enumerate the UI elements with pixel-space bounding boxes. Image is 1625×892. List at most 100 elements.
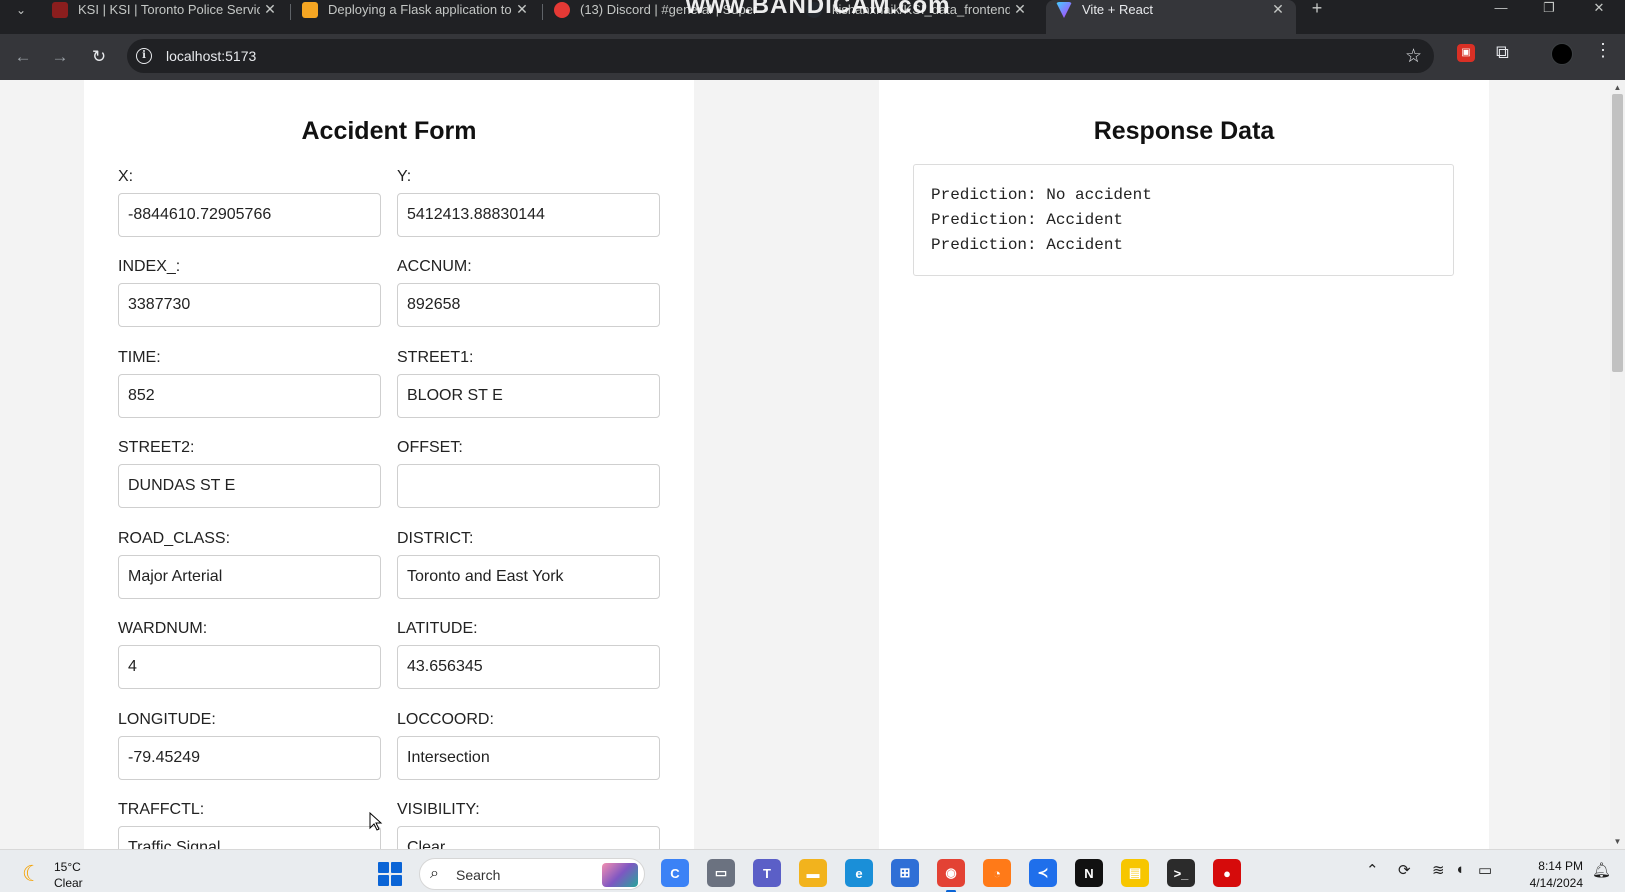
file-explorer-alt-app-icon[interactable]: ▭ [707, 859, 735, 887]
wardnum-input[interactable] [118, 645, 381, 689]
mouse-cursor-icon [369, 811, 383, 831]
taskbar-search-label: Search [456, 867, 501, 883]
district-input[interactable] [397, 555, 660, 599]
browser-toolbar: ← → ↻ i localhost:5173 ☆ ▣ ⧉ ⋮ [0, 34, 1625, 80]
latitude-input[interactable] [397, 645, 660, 689]
label-index: INDEX_: [118, 258, 181, 275]
firefox-app-icon[interactable]: ◔ [983, 859, 1011, 887]
label-time: TIME: [118, 349, 161, 366]
bandicam-app-icon[interactable]: ● [1213, 859, 1241, 887]
discord-favicon-icon [554, 2, 570, 18]
scrollbar-thumb[interactable] [1612, 94, 1623, 372]
close-tab-icon[interactable]: ✕ [260, 1, 280, 18]
volume-icon[interactable]: ◖ [1455, 861, 1464, 878]
netflix-app-icon[interactable]: N [1075, 859, 1103, 887]
taskbar-search-box[interactable]: ⌕ Search [419, 858, 645, 890]
profile-avatar[interactable] [1551, 43, 1573, 65]
prediction-line: Prediction: No accident [931, 186, 1152, 204]
clock-time[interactable]: 8:14 PM [1523, 859, 1583, 873]
offset-input[interactable] [397, 464, 660, 508]
label-loccoord: LOCCOORD: [397, 711, 494, 728]
accnum-input[interactable] [397, 283, 660, 327]
battery-icon[interactable]: ▭ [1478, 861, 1492, 879]
loccoord-input[interactable] [397, 736, 660, 780]
menu-kebab-icon[interactable]: ⋮ [1594, 40, 1612, 61]
tab-search-icon[interactable]: ⌄ [8, 0, 34, 20]
label-district: DISTRICT: [397, 530, 474, 547]
visibility-input[interactable] [397, 826, 660, 849]
label-wardnum: WARDNUM: [118, 620, 208, 637]
site-info-icon[interactable]: i [136, 48, 152, 64]
bookmark-star-icon[interactable]: ☆ [1405, 45, 1422, 68]
y-input[interactable] [397, 193, 660, 237]
copilot-app-icon[interactable]: C [661, 859, 689, 887]
close-tab-icon[interactable]: ✕ [1010, 1, 1030, 18]
teams-app-icon[interactable]: T [753, 859, 781, 887]
package-favicon-icon [302, 2, 318, 18]
prediction-line: Prediction: Accident [931, 236, 1124, 254]
time-input[interactable] [118, 374, 381, 418]
vite-favicon-icon [1056, 2, 1072, 18]
tab-separator [290, 4, 291, 20]
traffctl-input[interactable] [118, 826, 381, 849]
search-highlight-image [602, 863, 638, 887]
street1-input[interactable] [397, 374, 660, 418]
label-street2: STREET2: [118, 439, 195, 456]
vscode-app-icon[interactable]: ≺ [1029, 859, 1057, 887]
show-hidden-icons-icon[interactable]: ⌃ [1366, 861, 1379, 879]
tab-ksi[interactable]: KSI | KSI | Toronto Police Service ✕ [50, 0, 280, 34]
puzzle-extensions-icon[interactable]: ⧉ [1496, 42, 1509, 63]
tab-title: Vite + React [1082, 2, 1153, 17]
tab-title: Deploying a Flask application to [328, 2, 512, 17]
x-input[interactable] [118, 193, 381, 237]
back-arrow-icon[interactable]: ← [9, 43, 37, 71]
weather-temperature[interactable]: 15°C [54, 860, 81, 874]
url-text[interactable]: localhost:5173 [166, 48, 256, 64]
street2-input[interactable] [118, 464, 381, 508]
microsoft-store-app-icon[interactable]: ⊞ [891, 859, 919, 887]
sticky-notes-app-icon[interactable]: ▤ [1121, 859, 1149, 887]
scroll-up-arrow-icon[interactable]: ▲ [1613, 83, 1622, 92]
extension-icon[interactable]: ▣ [1457, 44, 1475, 62]
page-viewport: Accident Form X: Y: INDEX_: ACCNUM: TIME… [0, 80, 1610, 849]
label-visibility: VISIBILITY: [397, 801, 480, 818]
address-bar[interactable]: i localhost:5173 ☆ [127, 39, 1434, 73]
page-scrollbar[interactable]: ▲ ▼ [1610, 80, 1625, 849]
notification-bell-icon[interactable]: 🔔︎ [1592, 861, 1611, 879]
clock-date[interactable]: 4/14/2024 [1515, 876, 1583, 890]
new-tab-button[interactable]: + [1306, 0, 1328, 18]
tab-vite-react[interactable]: Vite + React ✕ [1046, 0, 1296, 34]
windows-start-icon[interactable] [378, 862, 402, 886]
road-class-input[interactable] [118, 555, 381, 599]
close-tab-icon[interactable]: ✕ [512, 1, 532, 18]
forward-arrow-icon[interactable]: → [46, 43, 74, 71]
edge-app-icon[interactable]: e [845, 859, 873, 887]
sync-icon[interactable]: ⟳ [1398, 861, 1411, 879]
longitude-input[interactable] [118, 736, 381, 780]
label-offset: OFFSET: [397, 439, 463, 456]
chrome-app-icon[interactable]: ◉ [937, 859, 965, 892]
moon-weather-icon[interactable]: ☾ [22, 861, 42, 887]
reload-icon[interactable]: ↻ [85, 43, 113, 71]
label-road-class: ROAD_CLASS: [118, 530, 231, 547]
terminal-app-icon[interactable]: >_ [1167, 859, 1195, 887]
close-window-icon[interactable]: ✕ [1576, 0, 1622, 18]
scroll-down-arrow-icon[interactable]: ▼ [1613, 837, 1622, 846]
tab-separator [542, 4, 543, 20]
label-x: X: [118, 168, 134, 185]
wifi-icon[interactable]: ≋ [1432, 861, 1445, 879]
browser-tab-strip: ⌄ KSI | KSI | Toronto Police Service ✕ D… [0, 0, 1625, 34]
label-accnum: ACCNUM: [397, 258, 472, 275]
index-input[interactable] [118, 283, 381, 327]
close-tab-icon[interactable]: ✕ [1268, 1, 1288, 18]
label-longitude: LONGITUDE: [118, 711, 216, 728]
tab-flask[interactable]: Deploying a Flask application to ✕ [302, 0, 532, 34]
file-explorer-app-icon[interactable]: ▬ [799, 859, 827, 887]
weather-description[interactable]: Clear [54, 876, 83, 890]
response-output-box: Prediction: No accident Prediction: Acci… [913, 164, 1454, 276]
search-icon: ⌕ [430, 865, 439, 882]
windows-taskbar: ☾ 15°C Clear ⌕ Search C ▭ T ▬ e ⊞ ◉ ◔ ≺ N ▤ >_ ● ⌃ ⟳… [0, 849, 1625, 892]
prediction-line: Prediction: Accident [931, 211, 1124, 229]
restore-icon[interactable]: ❐ [1526, 0, 1572, 18]
minimize-icon[interactable]: — [1478, 0, 1524, 18]
